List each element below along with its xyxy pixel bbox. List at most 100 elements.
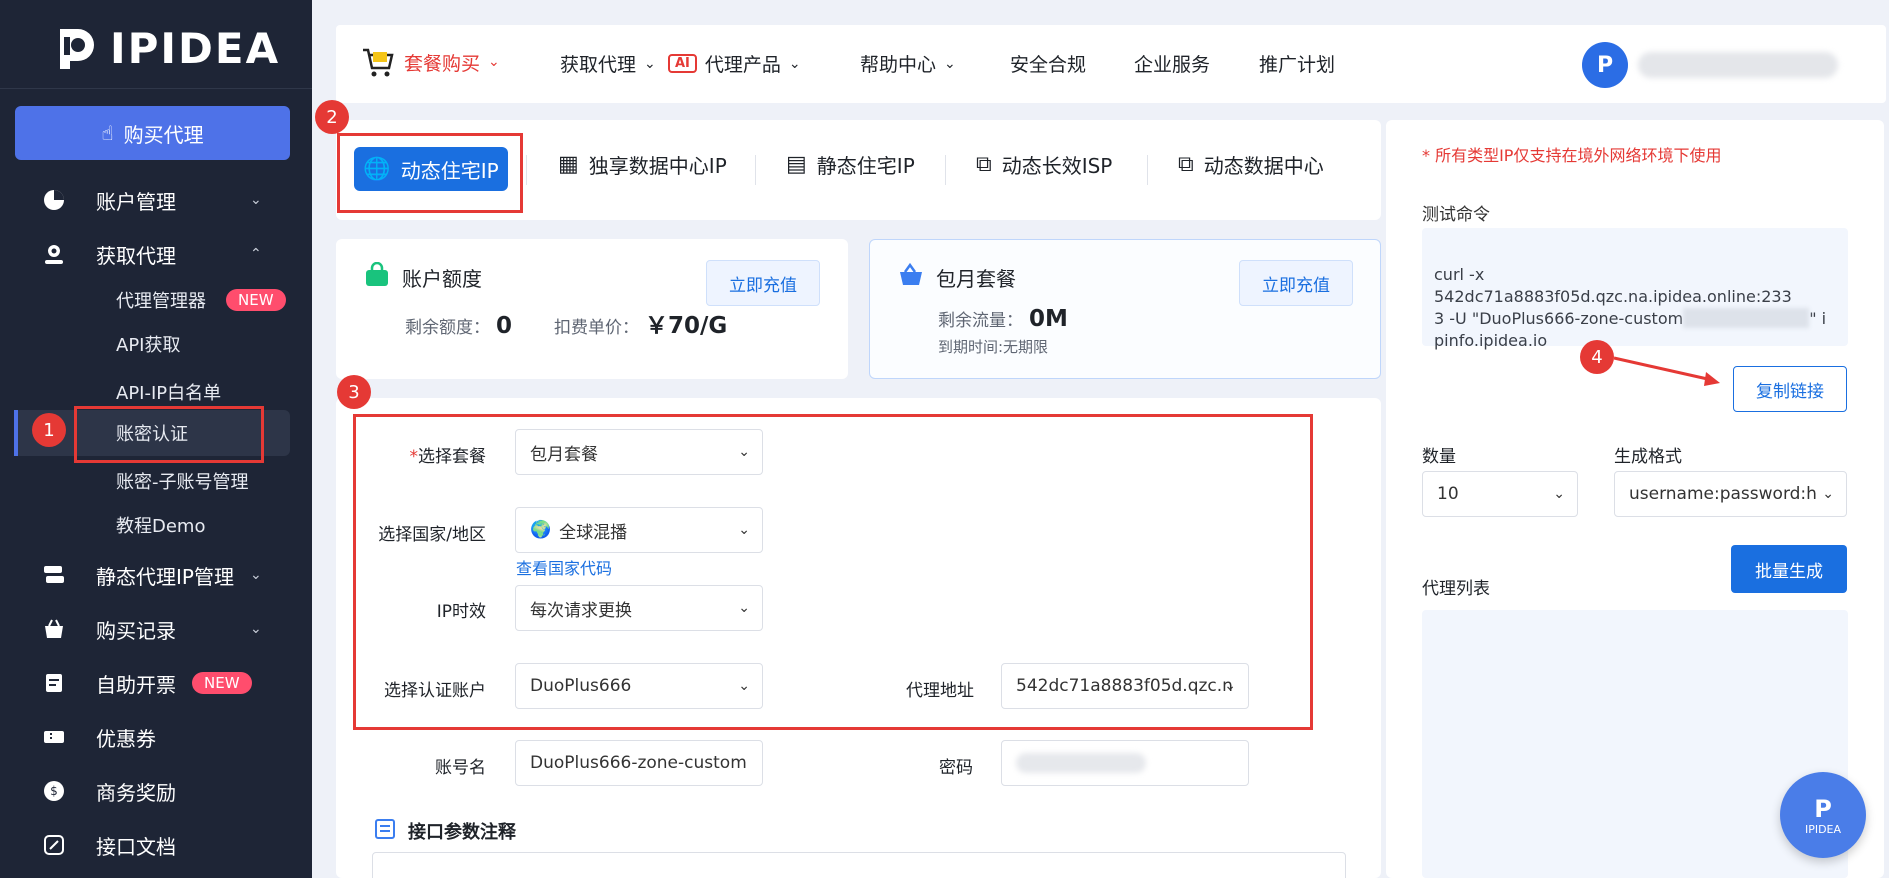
expire-text: 到期时间:无期限 <box>938 338 1049 356</box>
topnav-security[interactable]: 安全合规 <box>1010 50 1086 77</box>
tab-label: 动态长效ISP <box>1001 154 1113 178</box>
proxy-list-textarea[interactable] <box>1422 610 1848 878</box>
brand-logo[interactable]: IPIDEA <box>54 22 280 74</box>
topnav-enterprise[interactable]: 企业服务 <box>1134 50 1210 77</box>
monthly-charge-button[interactable]: 立即充值 <box>1239 260 1353 306</box>
pie-chart-icon <box>42 188 66 212</box>
step-badge-1: 1 <box>32 413 66 447</box>
traffic-row: 剩余流量： 0M <box>938 306 1068 332</box>
basket-icon <box>42 617 66 641</box>
test-command-text: curl -x 542dc71a8883f05d.qzc.na.ipidea.o… <box>1434 264 1844 352</box>
package-label: *选择套餐 <box>336 442 487 467</box>
package-purchase-label: 套餐购买 <box>404 52 481 75</box>
chevron-down-icon: ⌄ <box>1822 486 1834 502</box>
nav-coupons[interactable]: 优惠券 <box>0 714 312 760</box>
proxy-address-select[interactable]: 542dc71a8883f05d.qzc.n ⌄ <box>1001 663 1249 709</box>
basket-icon <box>898 262 924 292</box>
batch-generate-button[interactable]: 批量生成 <box>1731 545 1847 593</box>
required-mark: * <box>409 447 419 467</box>
params-table <box>372 852 1346 878</box>
step-badge-4: 4 <box>1580 340 1614 374</box>
chevron-down-icon: ⌄ <box>738 600 750 616</box>
ipidea-logo-icon: P <box>1814 794 1832 823</box>
balance-row: 剩余额度： 0 扣费单价： ￥70/G <box>405 306 727 340</box>
topnav-referral[interactable]: 推广计划 <box>1259 50 1335 77</box>
devices-icon: ⧉ <box>976 152 992 177</box>
tab-dynamic-datacenter[interactable]: ⧉ 动态数据中心 <box>1178 150 1324 179</box>
tab-dedicated-datacenter[interactable]: ▦ 独享数据中心IP <box>558 150 727 179</box>
quantity-select[interactable]: 10 ⌄ <box>1422 471 1578 517</box>
step-badge-2: 2 <box>315 100 349 134</box>
invoice-icon <box>42 671 66 695</box>
test-command-segment: " i <box>1809 309 1827 328</box>
topnav-help-center[interactable]: 帮助中心 ⌄ <box>860 50 956 77</box>
proxy-address-value: 542dc71a8883f05d.qzc.n <box>1016 676 1233 696</box>
nav-label: 商务奖励 <box>96 780 176 805</box>
coin-icon: $ <box>42 779 66 803</box>
topnav-proxy-products[interactable]: AI 代理产品 ⌄ <box>668 50 801 77</box>
package-select[interactable]: 包月套餐 ⌄ <box>515 429 763 475</box>
test-command-segment: 3 -U "DuoPlus666-zone-custom <box>1434 309 1684 328</box>
copy-link-button[interactable]: 复制链接 <box>1733 366 1847 412</box>
tab-static-residential[interactable]: ▤ 静态住宅IP <box>786 150 915 179</box>
country-select[interactable]: 🌍 全球混播 ⌄ <box>515 507 763 553</box>
overseas-notice: * 所有类型IP仅支持在境外网络环境下使用 <box>1422 146 1722 165</box>
balance-value: 0 <box>496 313 513 339</box>
account-charge-button[interactable]: 立即充值 <box>706 260 820 306</box>
nav-purchase-records[interactable]: 购买记录 ⌄ <box>0 606 312 652</box>
list-doc-icon <box>374 818 396 844</box>
ip-duration-select[interactable]: 每次请求更换 ⌄ <box>515 585 763 631</box>
country-code-link[interactable]: 查看国家代码 <box>516 555 612 579</box>
chevron-down-icon: ⌄ <box>738 522 750 538</box>
sub-item-tutorial-demo[interactable]: 教程Demo <box>0 505 312 545</box>
floating-support-button[interactable]: P IPIDEA <box>1780 772 1866 858</box>
sub-item-label: 账密-子账号管理 <box>116 472 249 493</box>
password-input[interactable] <box>1001 740 1249 786</box>
package-label-text: 选择套餐 <box>418 447 486 467</box>
chevron-down-icon: ⌄ <box>250 192 262 208</box>
country-label: 选择国家/地区 <box>378 525 486 545</box>
ip-duration-label: IP时效 <box>436 602 486 622</box>
globe-icon: 🌍 <box>530 520 552 540</box>
shopping-bag-icon <box>364 261 390 292</box>
username-input[interactable]: DuoPlus666-zone-custom <box>515 740 763 786</box>
test-command-line-2: 3 -U "DuoPlus666-zone-custom " i <box>1434 308 1844 330</box>
topnav-get-proxy[interactable]: 获取代理 ⌄ <box>560 50 656 77</box>
chevron-down-icon: ⌄ <box>250 567 262 583</box>
monthly-package-header: 包月套餐 <box>898 262 1016 292</box>
building-icon: ▦ <box>558 152 579 177</box>
nav-label: 购买记录 <box>96 618 176 643</box>
nav-account-management[interactable]: 账户管理 ⌄ <box>0 177 312 223</box>
user-avatar[interactable]: P <box>1582 42 1628 88</box>
sub-item-sub-account[interactable]: 账密-子账号管理 <box>0 461 312 501</box>
country-value: 全球混播 <box>559 522 628 543</box>
buy-proxy-button[interactable]: ☝ 购买代理 <box>15 106 290 160</box>
chevron-down-icon: ⌄ <box>788 55 801 72</box>
sub-item-label: 代理管理器 <box>116 291 206 312</box>
sub-item-label: 教程Demo <box>116 516 206 537</box>
auth-account-select[interactable]: DuoPlus666 ⌄ <box>515 663 763 709</box>
price-value: ￥70/G <box>645 313 728 339</box>
topnav-label: 推广计划 <box>1259 54 1336 76</box>
tab-long-isp[interactable]: ⧉ 动态长效ISP <box>976 150 1112 179</box>
sub-item-api-fetch[interactable]: API获取 <box>0 324 312 364</box>
balance-label: 剩余额度： <box>405 318 490 338</box>
ipidea-logo-icon <box>60 29 94 69</box>
ticket-icon <box>42 725 66 749</box>
nav-api-docs[interactable]: 接口文档 <box>0 822 312 868</box>
chevron-down-icon: ⌄ <box>738 678 750 694</box>
package-purchase-menu[interactable]: 套餐购买 ⌄ <box>360 44 500 80</box>
cart-icon <box>363 48 394 77</box>
topnav-label: 帮助中心 <box>860 54 937 76</box>
nav-business-rewards[interactable]: $ 商务奖励 <box>0 768 312 814</box>
server-icon <box>42 563 66 587</box>
edit-doc-icon <box>42 833 66 857</box>
format-select[interactable]: username:password:h ⌄ <box>1614 471 1847 517</box>
package-value: 包月套餐 <box>530 444 598 465</box>
format-value: username:password:h <box>1629 484 1817 504</box>
sub-item-proxy-manager[interactable]: 代理管理器 NEW <box>0 280 312 320</box>
floating-logo-text: IPIDEA <box>1804 822 1842 836</box>
nav-static-proxy[interactable]: 静态代理IP管理 ⌄ <box>0 552 312 598</box>
nav-self-invoice[interactable]: 自助开票 NEW <box>0 660 312 706</box>
nav-get-proxy[interactable]: 获取代理 ⌃ <box>0 231 312 277</box>
